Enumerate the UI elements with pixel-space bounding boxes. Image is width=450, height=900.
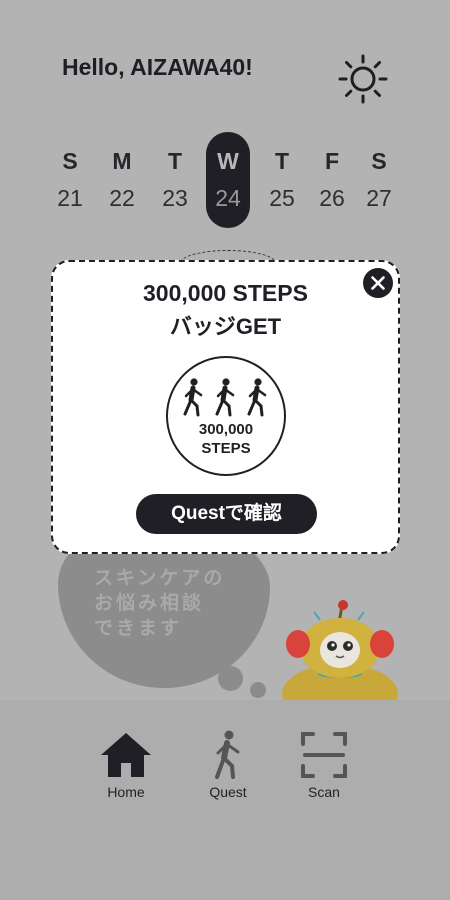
day-of-week-label: W xyxy=(217,148,239,174)
day-of-week-label: M xyxy=(112,148,132,174)
day-number: 25 xyxy=(269,185,295,211)
nav-home-label: Home xyxy=(107,784,145,800)
theme-toggle-button[interactable] xyxy=(336,52,390,106)
robot-mascot-icon[interactable] xyxy=(276,598,406,724)
day-of-week-label: F xyxy=(324,148,340,174)
bubble-text-line: お悩み相談 xyxy=(94,593,205,614)
day-number: 24 xyxy=(215,185,241,211)
badge-earned-modal: 300,000 STEPS バッジGET 300,000 STEPS Quest… xyxy=(51,260,400,554)
nav-scan-label: Scan xyxy=(308,784,340,800)
walking-people-icon xyxy=(183,378,267,417)
day-number: 26 xyxy=(319,185,345,211)
check-quest-button[interactable]: Questで確認 xyxy=(136,494,317,534)
thought-dot-small xyxy=(250,682,266,698)
day-number: 22 xyxy=(109,185,135,211)
day-saturday-27[interactable]: S 27 xyxy=(357,132,401,228)
bubble-text-line: スキンケアの xyxy=(94,568,226,589)
nav-quest[interactable]: Quest xyxy=(188,730,268,800)
close-icon xyxy=(371,276,385,290)
badge-steps-label: STEPS xyxy=(201,440,251,457)
greeting-title: Hello, AIZAWA40! xyxy=(62,54,253,80)
day-number: 23 xyxy=(162,185,188,211)
close-button[interactable] xyxy=(363,268,393,298)
day-friday-26[interactable]: F 26 xyxy=(310,132,354,228)
day-of-week-label: S xyxy=(62,148,78,174)
day-of-week-label: T xyxy=(167,148,183,174)
bubble-text-line: できます xyxy=(94,618,183,639)
nav-scan[interactable]: Scan xyxy=(284,730,364,800)
nav-home[interactable]: Home xyxy=(86,730,166,800)
day-number: 27 xyxy=(366,185,392,211)
bottom-navigation: Home Quest Scan xyxy=(0,700,450,900)
modal-subtitle: バッジGET xyxy=(169,314,282,339)
nav-quest-label: Quest xyxy=(209,784,247,800)
assistant-bubble-text: スキンケアの お悩み相談 できます xyxy=(94,566,274,641)
day-monday-22[interactable]: M 22 xyxy=(100,132,144,228)
sun-icon xyxy=(338,54,388,104)
day-of-week-label: S xyxy=(371,148,387,174)
day-thursday-25[interactable]: T 25 xyxy=(260,132,304,228)
day-number: 21 xyxy=(57,185,83,211)
day-of-week-label: T xyxy=(274,148,290,174)
week-calendar: S 21 M 22 T 23 W 24 T 25 F 26 S 27 xyxy=(44,132,410,228)
day-sunday-21[interactable]: S 21 xyxy=(48,132,92,228)
home-icon xyxy=(101,733,151,777)
walking-person-icon xyxy=(215,730,240,779)
badge-steps-count: 300,000 xyxy=(198,421,254,438)
badge-steps-text: 300,000 STEPS xyxy=(168,420,284,458)
steps-badge: 300,000 STEPS xyxy=(166,356,286,476)
modal-title: 300,000 STEPS xyxy=(143,280,308,306)
scan-icon xyxy=(301,732,347,778)
thought-dot-large xyxy=(218,666,243,691)
day-wednesday-24-selected[interactable]: W 24 xyxy=(206,132,250,228)
day-tuesday-23[interactable]: T 23 xyxy=(153,132,197,228)
